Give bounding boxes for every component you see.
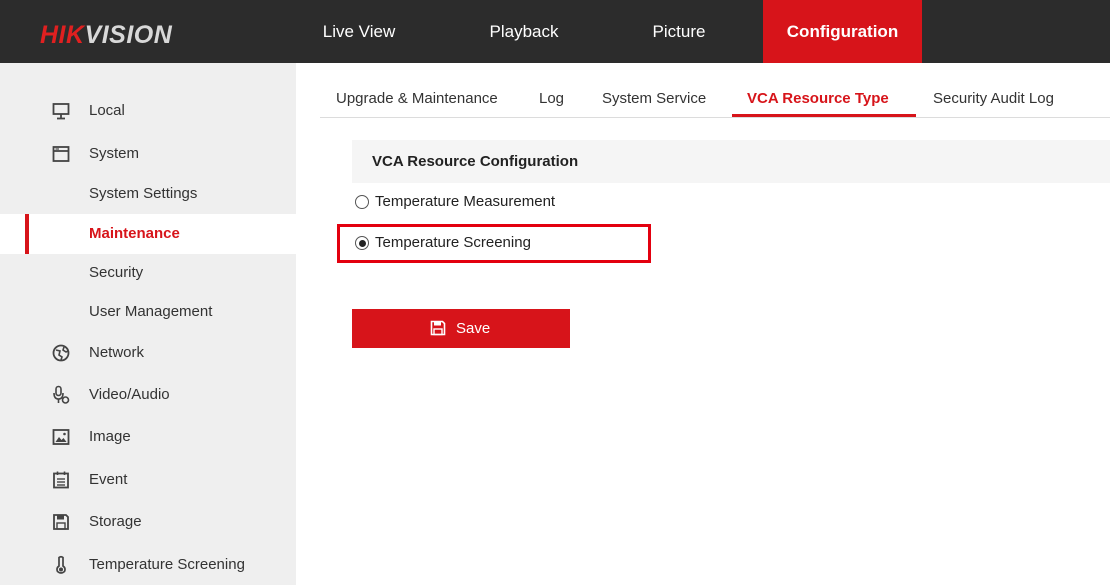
sidebar-item-video-audio[interactable]: Video/Audio	[0, 375, 296, 415]
sidebar-item-system[interactable]: System	[0, 134, 296, 174]
calendar-icon	[53, 471, 69, 489]
hikvision-logo: HIKVISION	[40, 21, 173, 49]
section-title: VCA Resource Configuration	[352, 140, 1110, 183]
nav-configuration[interactable]: Configuration	[763, 0, 922, 63]
tab-security-audit-log[interactable]: Security Audit Log	[933, 80, 1054, 117]
sidebar-item-label: Image	[89, 428, 131, 445]
save-button[interactable]: Save	[352, 309, 570, 348]
sidebar-item-label: System	[89, 145, 140, 162]
system-window-icon	[52, 146, 70, 162]
radio-button[interactable]	[355, 195, 369, 209]
nav-playback[interactable]: Playback	[458, 0, 590, 63]
sidebar-item-label: Storage	[89, 513, 142, 530]
sidebar: Local System System Settings Maintenance…	[0, 63, 296, 585]
sidebar-item-image[interactable]: Image	[0, 417, 296, 457]
sidebar-item-label: Maintenance	[89, 225, 180, 242]
floppy-disk-icon	[53, 514, 69, 530]
microphone-icon	[53, 385, 70, 404]
image-icon	[52, 429, 70, 445]
nav-picture[interactable]: Picture	[620, 0, 738, 63]
save-icon	[430, 320, 446, 336]
sub-tab-bar: Upgrade & Maintenance Log System Service…	[320, 80, 1110, 118]
top-bar: HIKVISION Live View Playback Picture Con…	[0, 0, 1110, 63]
sidebar-item-security[interactable]: Security	[0, 253, 296, 293]
sidebar-item-maintenance[interactable]: Maintenance	[0, 214, 296, 254]
tab-system-service[interactable]: System Service	[602, 80, 706, 117]
monitor-icon	[52, 103, 70, 120]
radio-label: Temperature Measurement	[375, 193, 556, 210]
sidebar-item-storage[interactable]: Storage	[0, 502, 296, 542]
sidebar-item-label: Local	[89, 102, 125, 119]
sidebar-item-label: Network	[89, 344, 145, 361]
radio-button-checked[interactable]	[355, 236, 369, 250]
sidebar-item-label: Event	[89, 471, 128, 488]
sidebar-item-temperature-screening[interactable]: Temperature Screening	[0, 545, 296, 585]
nav-live-view[interactable]: Live View	[300, 0, 418, 63]
save-button-label: Save	[456, 320, 491, 337]
sidebar-item-label: Video/Audio	[89, 386, 170, 403]
sidebar-item-network[interactable]: Network	[0, 333, 296, 373]
sidebar-item-label: Temperature Screening	[89, 556, 245, 573]
tab-vca-resource-type[interactable]: VCA Resource Type	[747, 80, 889, 117]
sidebar-item-system-settings[interactable]: System Settings	[0, 174, 296, 214]
radio-label: Temperature Screening	[375, 234, 531, 251]
globe-icon	[52, 344, 70, 362]
sidebar-item-label: User Management	[89, 303, 213, 320]
thermometer-icon	[56, 555, 66, 574]
sidebar-item-label: Security	[89, 264, 144, 281]
sidebar-item-label: System Settings	[89, 185, 198, 202]
sidebar-item-event[interactable]: Event	[0, 460, 296, 500]
tab-log[interactable]: Log	[539, 80, 564, 117]
sidebar-item-local[interactable]: Local	[0, 91, 296, 131]
tab-upgrade-maintenance[interactable]: Upgrade & Maintenance	[336, 80, 498, 117]
sidebar-item-user-management[interactable]: User Management	[0, 292, 296, 332]
active-tab-indicator	[732, 114, 916, 117]
